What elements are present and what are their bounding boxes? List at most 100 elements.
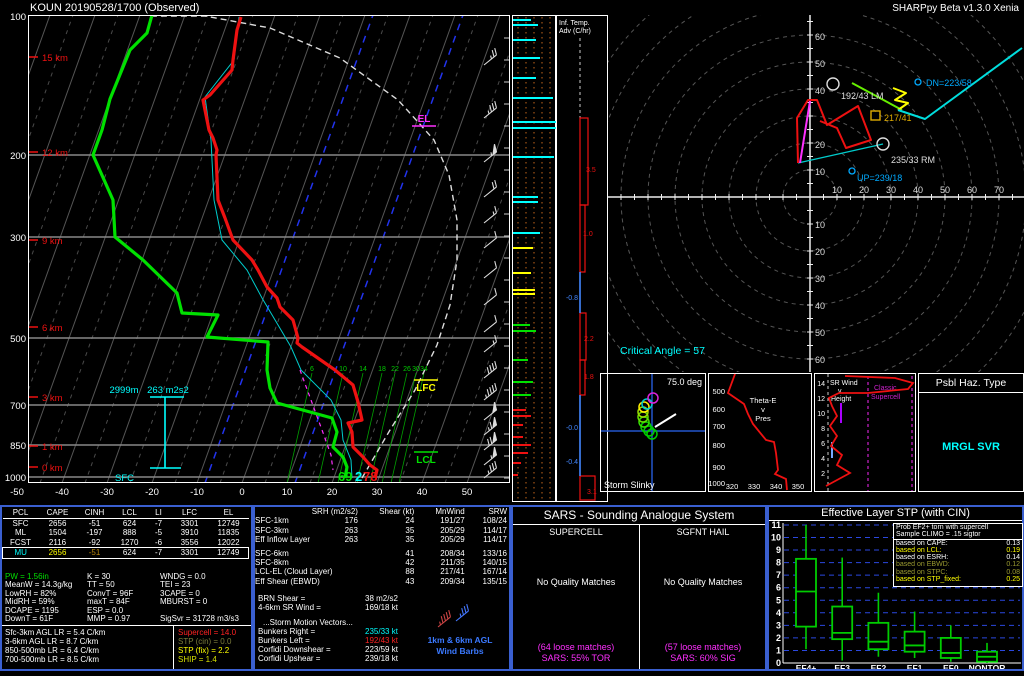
- lcl-label: LCL: [416, 455, 435, 466]
- svg-text:1000: 1000: [708, 479, 725, 488]
- svg-text:Theta-E: Theta-E: [750, 396, 777, 405]
- table-row: SFC-6km 41 208/34 133/16: [255, 548, 507, 558]
- svg-text:200: 200: [10, 151, 26, 162]
- thermo-col2: K = 30 TT = 50 ConvT = 96F maxT = 84F ESP …: [87, 572, 134, 624]
- boxplot-EF4+: [795, 524, 817, 650]
- svg-text:12: 12: [817, 396, 825, 403]
- stp-y-tick: 8: [776, 558, 781, 568]
- stp-y-tick: 4: [776, 608, 781, 618]
- svg-text:14: 14: [359, 366, 367, 373]
- corfidi-up-label: UP=239/18: [857, 173, 902, 183]
- sars-hail-header: SGFNT HAIL: [676, 527, 730, 537]
- svg-text:50: 50: [462, 487, 473, 498]
- svg-text:1000: 1000: [5, 473, 26, 484]
- svg-text:800: 800: [712, 441, 725, 450]
- legend-header-2: Sample CLIMO = .15 sigtor: [894, 531, 1022, 540]
- stp-y-tick: 7: [776, 570, 781, 580]
- thermo-panel: PCL CAPE CINH LCL LI LFC EL SFC 2656 -51 624-…: [0, 505, 253, 671]
- stp-category-label: EF2: [871, 663, 887, 669]
- svg-text:10: 10: [282, 487, 293, 498]
- svg-text:100: 100: [10, 12, 26, 23]
- composite-indices: Supercell = 14.0 STP (cin) = 0.0 STP (fi…: [178, 628, 236, 664]
- stp-y-tick: 3: [776, 620, 781, 630]
- lapse-rates: Sfc-3km AGL LR = 5.4 C/km 3-6km AGL LR = …: [5, 628, 106, 664]
- table-row: Eff Shear (EBWD) 43 209/34 135/15: [255, 576, 507, 586]
- surface-temp-value: 78: [363, 469, 377, 484]
- svg-text:60: 60: [815, 32, 825, 42]
- sigsvr-value: SigSvr = 31728 m3/s3: [160, 614, 239, 623]
- sars-supercell-status[interactable]: No Quality Matches: [513, 577, 639, 587]
- svg-text:Supercell: Supercell: [871, 394, 901, 401]
- svg-text:20: 20: [815, 140, 825, 150]
- surface-dewpoint-value: 69: [338, 469, 352, 484]
- svg-text:Height: Height: [831, 396, 851, 403]
- svg-text:340: 340: [770, 482, 783, 491]
- svg-text:850: 850: [10, 441, 26, 452]
- svg-text:6: 6: [821, 441, 825, 448]
- adv-value: 3.1: [587, 489, 597, 496]
- hazard-title: Psbl Haz. Type: [919, 374, 1023, 393]
- kinematics-panel: SRH (m2/s2) Shear (kt) MnWind SRW SFC-1k…: [253, 505, 511, 671]
- app-version-label: SHARPpy Beta v1.3.0 Xenia: [892, 3, 1019, 14]
- svg-text:-10: -10: [190, 487, 204, 498]
- stp-y-tick: 9: [776, 545, 781, 555]
- lfc-label: LFC: [416, 383, 435, 394]
- svg-text:700: 700: [712, 422, 725, 431]
- wind-barb: [483, 314, 498, 333]
- corfidi-down-marker: [914, 78, 922, 86]
- left-mover-marker: [826, 77, 840, 91]
- divider: [2, 625, 251, 626]
- svg-text:10: 10: [815, 167, 825, 177]
- left-mover-label: 192/43 LM: [841, 91, 884, 101]
- svg-text:70: 70: [994, 185, 1004, 195]
- svg-text:10: 10: [339, 366, 347, 373]
- skewt-plot[interactable]: 100 200 300 500 700 850 1000 15 km 12 km…: [0, 0, 512, 505]
- sars-hail-status[interactable]: No Quality Matches: [640, 577, 766, 587]
- thermo-col1: PW = 1.56in MeanW = 14.3g/kg LowRH = 82% M…: [5, 572, 73, 624]
- svg-text:3 km: 3 km: [42, 393, 63, 404]
- wetbulb-trace: [204, 16, 353, 479]
- temp-adv-title-2: Adv (C/hr): [559, 28, 591, 35]
- pressure-axis: 100 200 300 500 700 850 1000: [5, 12, 26, 484]
- svg-text:10: 10: [815, 220, 825, 230]
- barb-caption-2: Wind Barbs: [436, 646, 484, 656]
- hazard-value: MRGL SVR: [942, 441, 1000, 453]
- corfidi-down-label: DN=223/58: [926, 78, 972, 88]
- sars-panel: SARS - Sounding Analogue System SUPERCEL…: [511, 505, 767, 671]
- selected-parcel-row[interactable]: MU 2656 -51 624 -7 3301 12749: [2, 547, 249, 559]
- table-row: ML 1504 -197 888 -5 3910 11835: [14, 528, 240, 538]
- stp-y-tick: 5: [776, 595, 781, 605]
- corfidi-up-label: Corfidi Upshear =: [258, 654, 321, 663]
- sars-supercell-loose: (64 loose matches): [537, 642, 615, 652]
- svg-text:1 km: 1 km: [42, 442, 63, 453]
- svg-text:20: 20: [327, 487, 338, 498]
- svg-text:30: 30: [412, 366, 420, 373]
- svg-text:10: 10: [817, 411, 825, 418]
- svg-text:30: 30: [372, 487, 383, 498]
- sr46-value: 169/18 kt: [365, 603, 398, 612]
- corfidi-up-marker: [848, 167, 856, 175]
- table-row: SFC-8km 42 211/35 140/15: [255, 558, 507, 568]
- table-row: SFC 2656 -51 624 -7 3301 12749: [12, 519, 240, 528]
- corfidi-up-value: 239/18 kt: [365, 654, 398, 663]
- slinky-shear-vector: [654, 413, 677, 428]
- table-row: SFC-3km 263 35 205/29 114/17: [255, 525, 507, 535]
- srwind-trace: [825, 375, 915, 487]
- temperature-axis: -50 -40 -30 -20 -10 0 10 20 30 40 50: [10, 487, 472, 498]
- srwind-panel: 14 12 10 8 6 4 2 SR Wind v Height Classi…: [814, 373, 916, 492]
- parcel-table: PCL CAPE CINH LCL LI LFC EL SFC 2656 -51 624-…: [2, 507, 249, 559]
- shear-table: SRH (m2/s2) Shear (kt) MnWind SRW SFC-1k…: [255, 507, 507, 586]
- stp-category-label: NONTOR: [969, 663, 1006, 669]
- sars-hail-loose: (57 loose matches): [664, 642, 742, 652]
- hodograph-plot[interactable]: 60 50 40 20 10 10 20 30 40 50 60 10 20 3…: [608, 15, 1024, 372]
- wind-barb: [483, 260, 498, 279]
- stp-category-label: EF1: [907, 663, 923, 669]
- svg-text:40: 40: [815, 86, 825, 96]
- legend-row: based on ESRH: 0.14: [896, 554, 1020, 562]
- svg-text:15 km: 15 km: [42, 53, 68, 64]
- legend-row: based on EBWD: 0.12: [896, 561, 1020, 569]
- barb-caption-1: 1km & 6km AGL: [427, 635, 493, 645]
- svg-text:700: 700: [10, 401, 26, 412]
- svg-text:-40: -40: [55, 487, 69, 498]
- svg-text:12 km: 12 km: [42, 148, 68, 159]
